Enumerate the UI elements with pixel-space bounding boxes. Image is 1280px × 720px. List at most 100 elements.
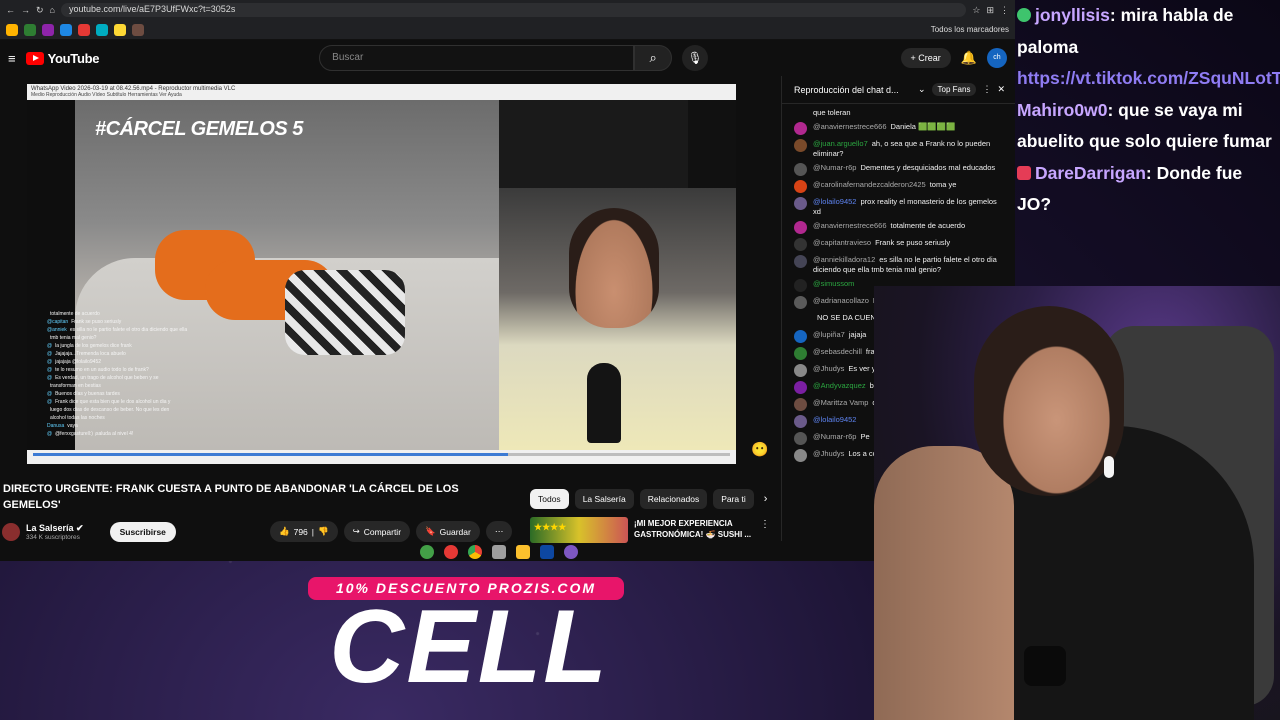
seek-bar[interactable] <box>27 450 736 464</box>
chat-avatar[interactable] <box>794 364 807 377</box>
chevron-down-icon[interactable]: ⌄ <box>918 84 926 95</box>
chat-username[interactable]: @capitantravieso <box>813 238 871 247</box>
create-button[interactable]: + Crear <box>900 48 951 68</box>
share-icon: ↪ <box>352 526 360 536</box>
forward-icon[interactable]: → <box>21 5 30 15</box>
chat-avatar[interactable] <box>794 381 807 394</box>
taskbar-app-icon[interactable] <box>444 545 458 559</box>
chat-link[interactable]: https://vt.tiktok.com/ZSquNLotT/ <box>1017 68 1280 88</box>
chat-avatar[interactable] <box>794 180 807 193</box>
more-vert-icon[interactable]: ⋮ <box>982 84 991 95</box>
taskbar-app-icon[interactable] <box>492 545 506 559</box>
chat-avatar[interactable] <box>794 122 807 135</box>
chat-username[interactable]: @anaviernestrece666 <box>813 221 887 230</box>
channel-avatar[interactable] <box>2 523 20 541</box>
home-icon[interactable]: ⌂ <box>50 5 55 15</box>
chat-avatar[interactable] <box>794 449 807 462</box>
chat-username[interactable]: @Jhudys <box>813 364 844 373</box>
bookmark-icon[interactable] <box>96 23 108 36</box>
chat-avatar[interactable] <box>794 296 807 309</box>
chrome-icon[interactable] <box>468 545 482 559</box>
chat-avatar[interactable] <box>794 279 807 292</box>
like-button[interactable]: 👍 796 | 👎 <box>270 521 338 542</box>
chat-avatar[interactable] <box>794 163 807 176</box>
chip-related[interactable]: Relacionados <box>639 489 708 509</box>
chat-avatar[interactable] <box>794 255 807 268</box>
more-actions-button[interactable]: ⋯ <box>485 521 513 542</box>
chat-username[interactable]: @Jhudys <box>813 449 844 458</box>
extensions-icon[interactable]: ⊞ <box>986 5 994 16</box>
recommended-more-icon[interactable]: ⋮ <box>760 519 770 530</box>
bookmark-star-icon[interactable]: ☆ <box>972 5 980 16</box>
chip-for-you[interactable]: Para ti <box>713 489 754 509</box>
chevron-right-icon[interactable]: › <box>764 489 768 509</box>
chip-channel[interactable]: La Salsería <box>574 489 634 509</box>
video-overlay-chat-line: @ Es verdad, un trago de alcohol que bebe… <box>47 375 159 381</box>
bookmark-icon[interactable] <box>6 23 18 36</box>
chat-username[interactable]: @Marittza Vamp <box>813 398 868 407</box>
chat-avatar[interactable] <box>794 330 807 343</box>
thumbs-down-icon[interactable]: 👎 <box>318 526 329 537</box>
youtube-logo[interactable]: YouTube <box>25 51 99 66</box>
video-chat-overlay: totalmente de acuerdo @capitan Frank se pu… <box>47 310 267 438</box>
folder-icon[interactable] <box>516 545 530 559</box>
address-bar[interactable]: youtube.com/live/aE7P3UfFWxc?t=3052s <box>60 3 967 17</box>
search-input[interactable]: Buscar <box>319 45 635 71</box>
notifications-bell-icon[interactable]: 🔔 <box>961 50 977 66</box>
video-overlay-chat-line: @ jajajaja @lolailo9452 <box>47 359 102 365</box>
chat-message: @capitantravieso Frank se puso seriusly <box>794 238 1003 251</box>
channel-name[interactable]: La Salsería ✔ <box>26 523 84 534</box>
reload-icon[interactable]: ↻ <box>36 5 44 16</box>
chat-username[interactable]: @lupiña7 <box>813 330 845 339</box>
chat-avatar[interactable] <box>794 347 807 360</box>
share-button[interactable]: ↪ Compartir <box>343 521 411 542</box>
chat-avatar[interactable] <box>794 221 807 234</box>
chat-avatar[interactable] <box>794 238 807 251</box>
recommended-title[interactable]: ¡MI MEJOR EXPERIENCIA GASTRONÓMICA! 🍜 SU… <box>634 518 759 540</box>
chat-username[interactable]: @carolinafernandezcalderon2425 <box>813 180 926 189</box>
chat-avatar[interactable] <box>794 139 807 152</box>
chip-all[interactable]: Todos <box>530 489 569 509</box>
chat-username[interactable]: @adrianacollazo <box>813 296 869 305</box>
bookmark-icon[interactable] <box>42 23 54 36</box>
taskbar-app-icon[interactable] <box>564 545 578 559</box>
chat-username[interactable]: @Andyvazquez <box>813 381 866 390</box>
recommended-thumbnail[interactable]: ★★★★ <box>530 517 628 543</box>
close-icon[interactable]: ✕ <box>997 84 1005 95</box>
stream-chat-nick: DareDarrigan <box>1035 162 1146 183</box>
chat-username[interactable]: @lolailo9452 <box>813 197 856 206</box>
video-player[interactable]: WhatsApp Video 2026-03-19 at 08.42.56.mp… <box>27 84 736 464</box>
bookmark-icon[interactable] <box>114 23 126 36</box>
chat-username[interactable]: @Numar-r6p <box>813 163 856 172</box>
chat-avatar[interactable] <box>794 197 807 210</box>
chat-replay-title[interactable]: Reproducción del chat d... <box>794 85 912 95</box>
photoshop-icon[interactable] <box>540 545 554 559</box>
chat-avatar[interactable] <box>794 432 807 445</box>
chat-username[interactable]: @simussom <box>813 279 854 288</box>
chat-username[interactable]: @anaviernestrece666 <box>813 122 887 131</box>
bookmark-icon[interactable] <box>132 23 144 36</box>
bookmark-icon[interactable] <box>60 23 72 36</box>
video-overlay-chat-line: @ @ferxxgasturell:) ¡saluda al nivel 4! <box>47 431 134 437</box>
chat-username[interactable]: @juan.arguello7 <box>813 139 868 148</box>
subscribe-button[interactable]: Suscribirse <box>109 522 176 542</box>
reaction-emoji-icon[interactable]: 😶 <box>751 441 768 458</box>
search-icon[interactable]: ⌕ <box>634 45 673 71</box>
microphone-icon[interactable]: 🎙 <box>682 45 709 71</box>
menu-icon[interactable]: ⋮ <box>1000 5 1009 16</box>
back-icon[interactable]: ← <box>6 5 15 15</box>
chat-username[interactable]: @sebasdechill <box>813 347 862 356</box>
chat-avatar[interactable] <box>794 415 807 428</box>
chat-username[interactable]: @lolailo9452 <box>813 415 856 424</box>
bookmark-icon[interactable] <box>24 23 36 36</box>
chat-avatar[interactable] <box>794 398 807 411</box>
account-avatar[interactable]: ch <box>987 48 1007 68</box>
hamburger-menu-icon[interactable]: ≡ <box>8 51 16 66</box>
chat-username[interactable]: @anniekilladora12 <box>813 255 875 264</box>
top-fans-button[interactable]: Top Fans <box>931 83 977 96</box>
save-button[interactable]: 🔖 Guardar <box>416 521 480 542</box>
chat-username[interactable]: @Numar-r6p <box>813 432 856 441</box>
all-bookmarks-link[interactable]: Todos los marcadores <box>931 25 1009 34</box>
taskbar-app-icon[interactable] <box>420 545 434 559</box>
bookmark-icon[interactable] <box>78 23 90 36</box>
